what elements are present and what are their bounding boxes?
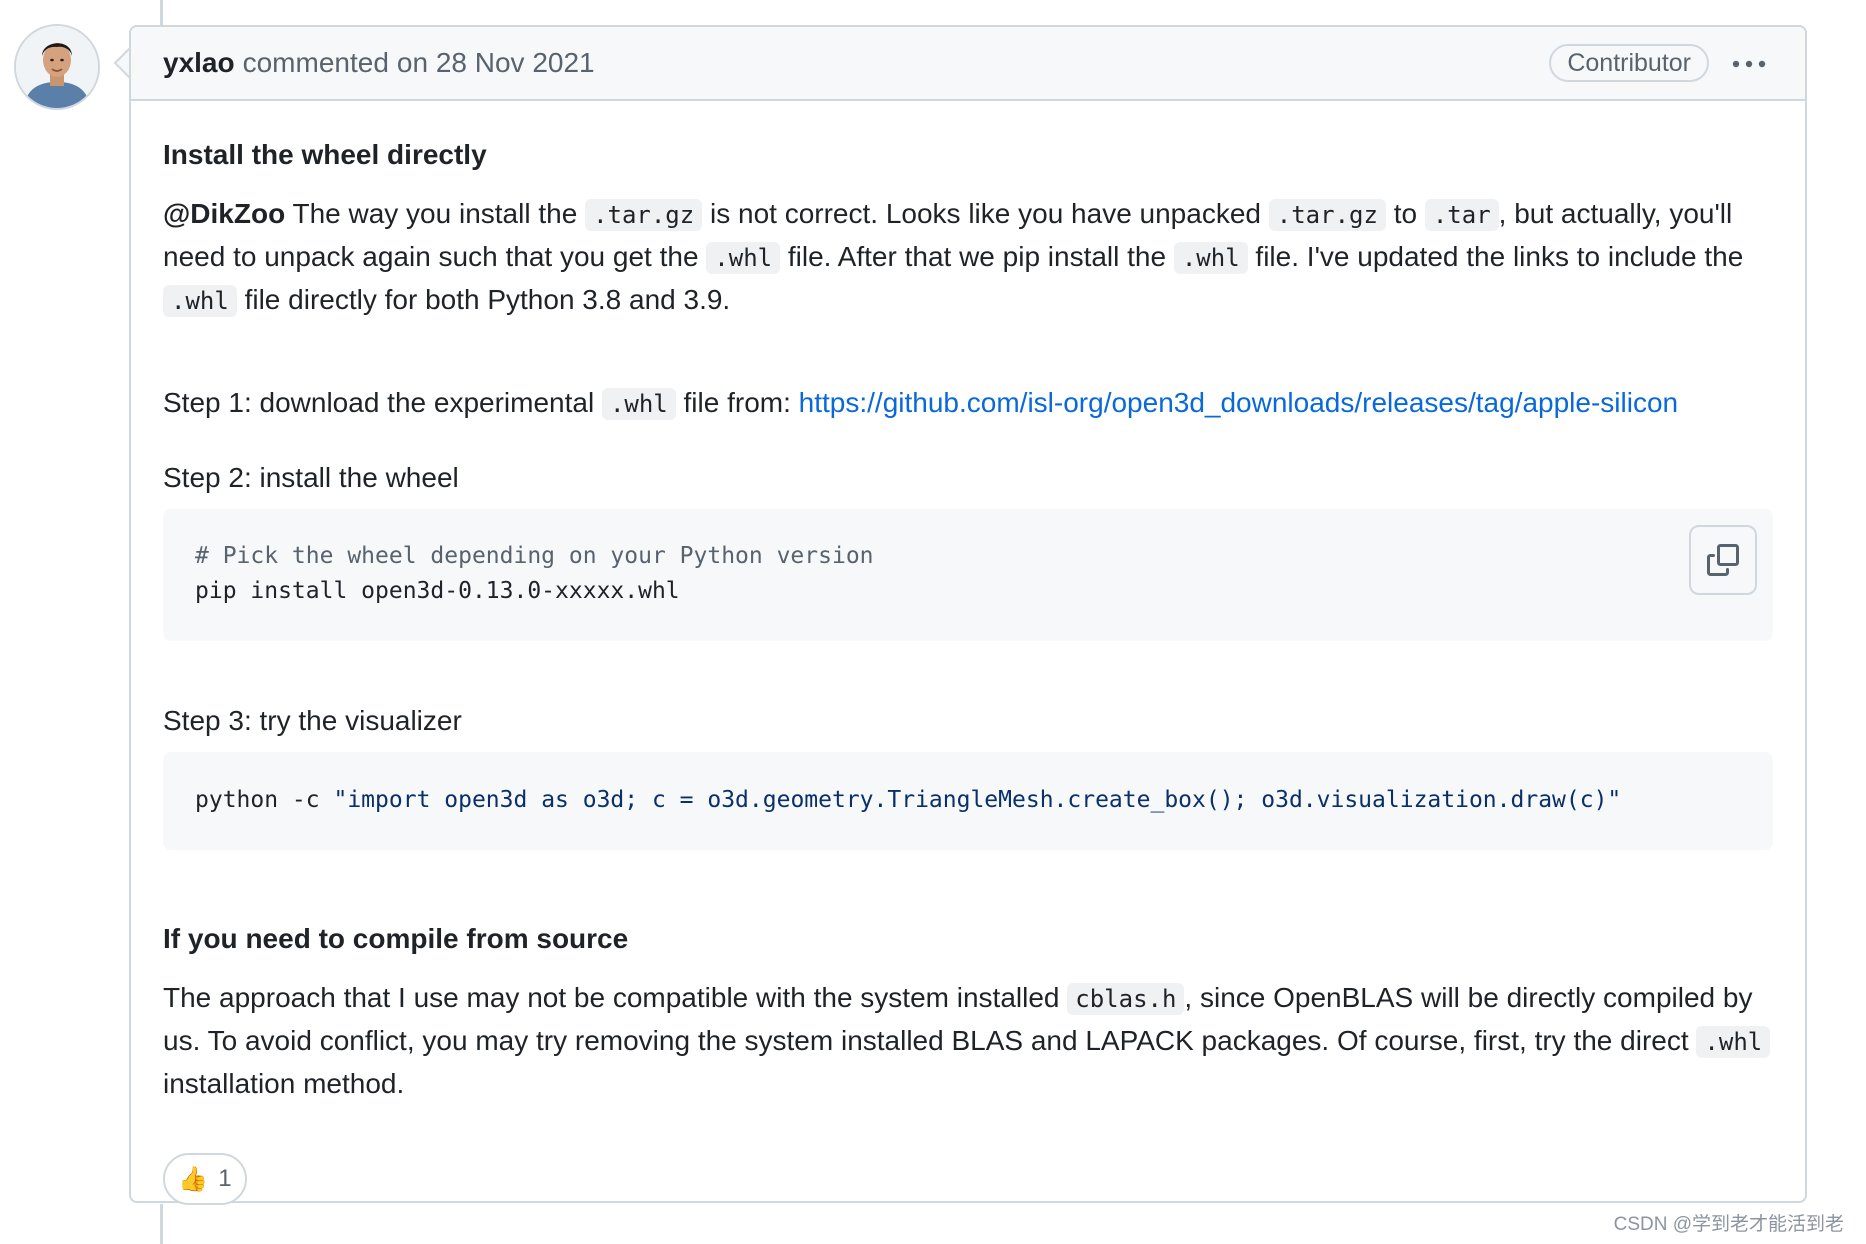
copy-button[interactable]	[1689, 525, 1757, 595]
comment-timestamp[interactable]: on 28 Nov 2021	[397, 47, 595, 79]
watermark: CSDN @学到老才能活到老	[1613, 1214, 1844, 1235]
heading-install-wheel: Install the wheel directly	[163, 139, 487, 170]
code-comment: # Pick the wheel depending on your Pytho…	[195, 543, 874, 569]
inline-code: .whl	[706, 242, 781, 274]
inline-code: cblas.h	[1067, 983, 1185, 1015]
timeline-line-bottom	[160, 1204, 163, 1244]
more-options-button[interactable]	[1729, 49, 1769, 79]
role-badge: Contributor	[1549, 44, 1709, 82]
avatar[interactable]	[14, 24, 100, 110]
user-mention[interactable]: @DikZoo	[163, 198, 285, 229]
code-line: pip install open3d-0.13.0-xxxxx.whl	[195, 578, 680, 604]
inline-code: .whl	[601, 388, 676, 420]
inline-code: .tar.gz	[585, 199, 703, 231]
code-block-visualizer: python -c "import open3d as o3d; c = o3d…	[163, 752, 1773, 850]
inline-code: .whl	[1173, 242, 1248, 274]
commented-label: commented	[242, 47, 389, 78]
heading-compile-source: If you need to compile from source	[163, 923, 629, 954]
code-string: "import open3d as o3d; c = o3d.geometry.…	[333, 787, 1622, 813]
kebab-horizontal-icon	[1732, 60, 1766, 68]
reaction-count: 1	[218, 1165, 232, 1192]
paragraph-compile: The approach that I use may not be compa…	[163, 977, 1773, 1105]
paragraph-step3: Step 3: try the visualizer	[163, 705, 462, 736]
paragraph-step2: Step 2: install the wheel	[163, 462, 459, 493]
thumbs-up-icon: 👍	[178, 1165, 209, 1193]
copy-icon	[1707, 544, 1739, 576]
author-link[interactable]: yxlao	[163, 47, 235, 79]
timeline-line-top	[160, 0, 163, 26]
inline-code: .whl	[1696, 1026, 1771, 1058]
code-block-install: # Pick the wheel depending on your Pytho…	[163, 509, 1773, 641]
paragraph-intro: @DikZoo The way you install the .tar.gz …	[163, 198, 1744, 317]
inline-code: .tar.gz	[1268, 199, 1386, 231]
inline-code: .whl	[163, 285, 237, 317]
inline-code: .tar	[1424, 199, 1499, 231]
comment-header: yxlao commented on 28 Nov 2021 Contribut…	[131, 27, 1805, 101]
download-link[interactable]: https://github.com/isl-org/open3d_downlo…	[799, 387, 1678, 418]
thumbs-up-reaction[interactable]: 👍 1	[163, 1153, 247, 1205]
paragraph-step1: Step 1: download the experimental .whl f…	[163, 387, 1679, 420]
comment-box: yxlao commented on 28 Nov 2021 Contribut…	[129, 25, 1807, 1205]
